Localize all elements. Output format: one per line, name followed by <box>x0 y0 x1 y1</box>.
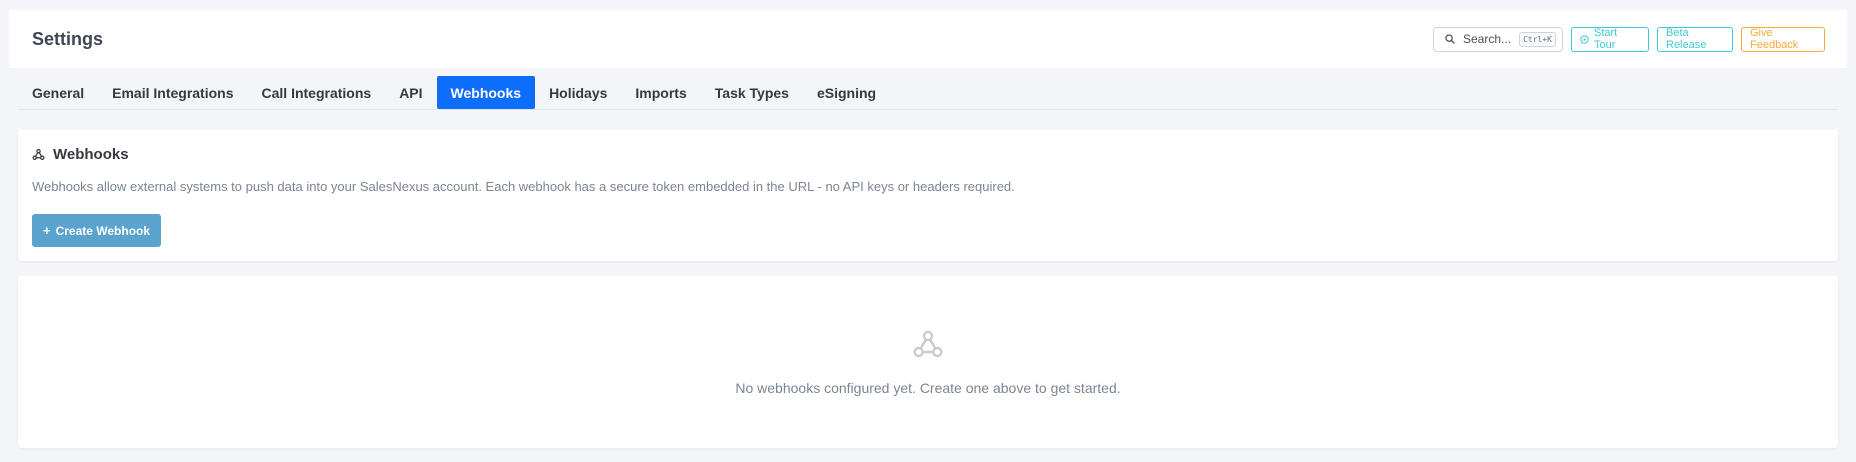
search-shortcut-badge: Ctrl+K <box>1519 31 1556 47</box>
webhooks-description: Webhooks allow external systems to push … <box>32 179 1015 194</box>
beta-release-button[interactable]: Beta Release <box>1657 26 1733 52</box>
header-actions: Search... Ctrl+K Start Tour Beta Release… <box>1433 26 1825 52</box>
tab-task-types[interactable]: Task Types <box>701 76 803 109</box>
webhook-icon <box>32 148 45 161</box>
plus-icon: + <box>42 223 51 238</box>
start-tour-button[interactable]: Start Tour <box>1571 26 1649 52</box>
tab-general[interactable]: General <box>18 76 98 109</box>
give-feedback-label: Give Feedback <box>1750 27 1799 51</box>
webhooks-empty-state: No webhooks configured yet. Create one a… <box>18 276 1838 448</box>
create-webhook-label: Create Webhook <box>55 223 151 238</box>
search-icon <box>1445 34 1455 44</box>
beta-release-label: Beta Release <box>1666 27 1707 51</box>
tab-esigning[interactable]: eSigning <box>803 76 890 109</box>
search-label: Search... <box>1463 32 1512 46</box>
tab-webhooks[interactable]: Webhooks <box>436 76 536 109</box>
create-webhook-button[interactable]: + Create Webhook <box>32 214 161 247</box>
start-tour-label: Start Tour <box>1594 27 1618 51</box>
page-title: Settings <box>32 28 104 49</box>
give-feedback-button[interactable]: Give Feedback <box>1741 26 1825 52</box>
tab-holidays[interactable]: Holidays <box>535 76 621 109</box>
play-circle-icon <box>1580 34 1589 44</box>
webhooks-card-title: Webhooks <box>32 146 1824 163</box>
tab-email-integrations[interactable]: Email Integrations <box>98 76 247 109</box>
page-header: Settings Search... Ctrl+K Start Tour Bet… <box>9 10 1847 68</box>
tab-call-integrations[interactable]: Call Integrations <box>248 76 386 109</box>
webhooks-title-text: Webhooks <box>53 146 129 163</box>
webhooks-card: Webhooks Webhooks allow external systems… <box>18 130 1838 261</box>
settings-tabs: General Email Integrations Call Integrat… <box>18 76 1838 110</box>
global-search-button[interactable]: Search... Ctrl+K <box>1433 26 1563 52</box>
tab-api[interactable]: API <box>385 76 436 109</box>
webhook-icon <box>911 328 945 360</box>
tab-imports[interactable]: Imports <box>621 76 700 109</box>
empty-state-message: No webhooks configured yet. Create one a… <box>735 380 1121 396</box>
